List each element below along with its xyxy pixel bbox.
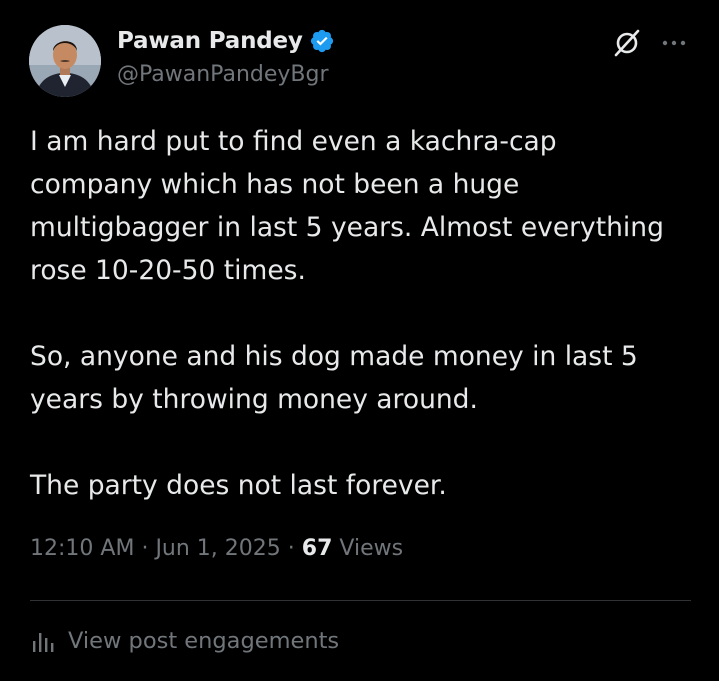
- post-text: I am hard put to find even a kachra-cap …: [30, 120, 690, 507]
- post-date[interactable]: Jun 1, 2025: [155, 536, 280, 561]
- post-paragraph: The party does not last forever.: [30, 470, 447, 501]
- avatar-image: [29, 25, 101, 97]
- tweet-card: Pawan Pandey @PawanPandeyBgr I am hard p…: [0, 0, 719, 681]
- grok-slash-icon[interactable]: [612, 28, 642, 58]
- views-count: 67: [301, 536, 333, 561]
- meta-separator: ·: [287, 536, 295, 561]
- post-paragraph: I am hard put to find even a kachra-cap …: [30, 126, 664, 286]
- author-name-row: Pawan Pandey: [117, 26, 335, 56]
- post-time[interactable]: 12:10 AM: [30, 536, 134, 561]
- verified-badge-icon[interactable]: [309, 28, 335, 54]
- avatar[interactable]: [29, 25, 101, 97]
- author-display-name[interactable]: Pawan Pandey: [117, 28, 303, 54]
- view-engagements-label: View post engagements: [68, 628, 340, 654]
- post-meta: 12:10 AM · Jun 1, 2025 · 67 Views: [30, 536, 403, 561]
- views-label: Views: [339, 536, 404, 561]
- more-horizontal-icon[interactable]: [660, 33, 688, 53]
- post-paragraph: So, anyone and his dog made money in las…: [30, 341, 638, 415]
- divider: [30, 600, 691, 601]
- view-engagements-button[interactable]: View post engagements: [30, 628, 339, 654]
- author-handle[interactable]: @PawanPandeyBgr: [117, 62, 329, 87]
- meta-separator: ·: [141, 536, 149, 561]
- bar-chart-icon: [30, 628, 56, 654]
